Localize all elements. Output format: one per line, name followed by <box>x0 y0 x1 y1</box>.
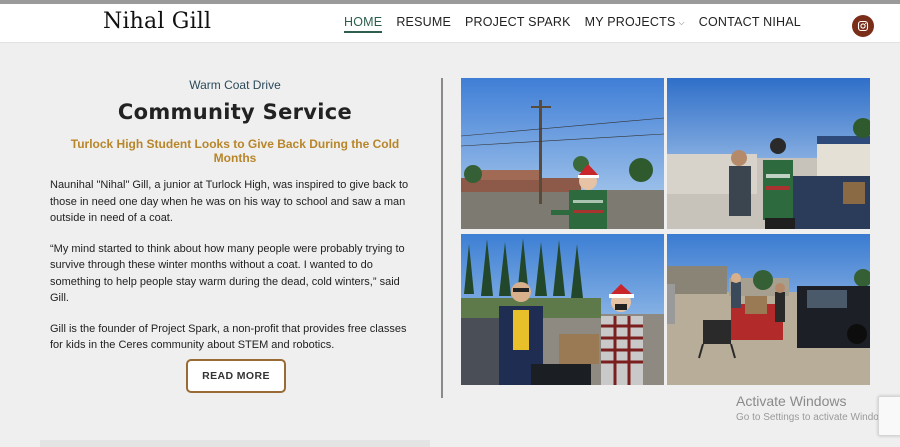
photo-gallery <box>461 78 870 385</box>
windows-activation-watermark: Activate Windows Go to Settings to activ… <box>736 393 894 423</box>
activation-title: Activate Windows <box>736 393 847 409</box>
nav-project-spark[interactable]: PROJECT SPARK <box>465 15 571 37</box>
instagram-icon[interactable] <box>852 15 874 37</box>
recaptcha-badge[interactable] <box>878 396 900 436</box>
tables-photo[interactable] <box>667 234 870 385</box>
main-nav: HOME RESUME PROJECT SPARK MY PROJECTS ⌵ C… <box>344 15 801 37</box>
vertical-divider <box>441 78 443 398</box>
parking-lot-photo[interactable] <box>461 234 664 385</box>
read-more-button[interactable]: READ MORE <box>186 359 286 393</box>
activation-subtitle: Go to Settings to activate Windows. <box>736 412 894 423</box>
truck-photo[interactable] <box>667 78 870 229</box>
chevron-down-icon: ⌵ <box>678 18 685 27</box>
next-section-edge <box>40 440 430 447</box>
nav-resume[interactable]: RESUME <box>396 15 451 37</box>
article-paragraph: Gill is the founder of Project Spark, a … <box>50 322 407 352</box>
article-eyebrow: Warm Coat Drive <box>189 78 281 92</box>
street-photo[interactable] <box>461 78 664 229</box>
article-paragraph: “My mind started to think about how many… <box>50 242 405 305</box>
nav-contact-nihal[interactable]: CONTACT NIHAL <box>699 15 801 37</box>
nav-home[interactable]: HOME <box>344 15 383 37</box>
article-title: Community Service <box>117 100 353 124</box>
site-header: Nihal Gill HOME RESUME PROJECT SPARK MY … <box>0 4 900 43</box>
article-subtitle: Turlock High Student Looks to Give Back … <box>70 137 400 165</box>
article-section: Warm Coat Drive Community Service Turloc… <box>50 78 420 393</box>
site-logo[interactable]: Nihal Gill <box>103 9 211 34</box>
nav-my-projects[interactable]: MY PROJECTS ⌵ <box>585 15 685 37</box>
article-paragraph: Naunihal "Nihal" Gill, a junior at Turlo… <box>50 179 409 224</box>
